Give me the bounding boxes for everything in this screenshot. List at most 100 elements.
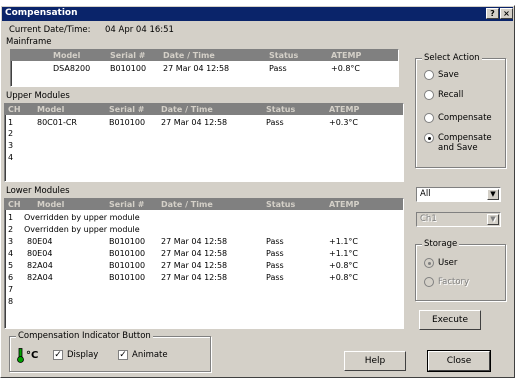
indicator-group-label: Compensation Indicator Button: [16, 331, 153, 341]
cell-ch: 7: [8, 285, 14, 294]
cell-serial: B010100: [109, 237, 146, 246]
cell-model: 80E04: [27, 237, 53, 246]
combo-value: Ch1: [420, 214, 437, 224]
col-atemp: ATEMP: [329, 105, 360, 114]
display-checkbox[interactable]: ✓: [53, 350, 63, 360]
target-combo[interactable]: All ▼: [416, 187, 501, 202]
datetime-label: Current Date/Time:: [9, 25, 91, 35]
lower-modules-label: Lower Modules: [6, 186, 70, 196]
cell-datetime: 27 Mar 04 12:58: [161, 249, 228, 258]
radio-button[interactable]: [424, 258, 434, 268]
cell-datetime: 27 Mar 04 12:58: [161, 273, 228, 282]
cell-ch: 5: [8, 261, 14, 270]
table-row[interactable]: 3: [5, 141, 403, 151]
table-row[interactable]: 4: [5, 153, 403, 163]
select-action-label: Select Action: [422, 53, 482, 63]
radio-label: User: [438, 258, 458, 268]
cell-datetime: 27 Mar 04 12:58: [161, 261, 228, 270]
col-datetime: Date / Time: [161, 105, 213, 114]
cell-ch: 4: [8, 249, 14, 258]
radio-button[interactable]: [424, 113, 434, 123]
cell-ch: 6: [8, 273, 14, 282]
help-title-button[interactable]: ?: [486, 8, 499, 19]
indicator-groupbox: Compensation Indicator Button °C ✓ Displ…: [9, 331, 211, 372]
cell-model: 80E04: [27, 249, 53, 258]
table-row[interactable]: 8: [5, 297, 403, 307]
upper-modules-label: Upper Modules: [6, 91, 70, 101]
lower-header: CH Model Serial # Date / Time Status ATE…: [5, 199, 403, 210]
cell-ch: 2: [8, 225, 14, 234]
table-row[interactable]: DSA8200 B010100 27 Mar 04 12:58 Pass +0.…: [11, 64, 398, 74]
cell-model: Overridden by upper module: [24, 225, 140, 234]
table-row[interactable]: 7: [5, 285, 403, 295]
cell-ch: 1: [8, 118, 14, 127]
cell-status: Pass: [266, 261, 284, 270]
thermometer-icon: [16, 348, 25, 366]
animate-checkbox[interactable]: ✓: [118, 350, 128, 360]
col-ch: CH: [8, 200, 21, 209]
cell-serial: B010100: [109, 118, 146, 127]
table-row[interactable]: 1 80C01-CR B010100 27 Mar 04 12:58 Pass …: [5, 118, 403, 128]
help-button[interactable]: Help: [344, 351, 406, 371]
col-model: Model: [53, 51, 81, 60]
compensation-dialog: Compensation ? × Current Date/Time: 04 A…: [0, 5, 515, 378]
cell-serial: B010100: [110, 64, 147, 73]
upper-modules-table: CH Model Serial # Date / Time Status ATE…: [4, 103, 404, 182]
upper-header: CH Model Serial # Date / Time Status ATE…: [5, 104, 403, 115]
cell-model: 82A04: [27, 273, 53, 282]
close-button[interactable]: Close: [427, 350, 491, 372]
cell-status: Pass: [266, 273, 284, 282]
cell-serial: B010100: [109, 273, 146, 282]
table-row[interactable]: 3 80E04 B010100 27 Mar 04 12:58 Pass +1.…: [5, 237, 403, 247]
cell-status: Pass: [269, 64, 287, 73]
radio-label-line2: and Save: [438, 143, 478, 153]
table-row[interactable]: 5 82A04 B010100 27 Mar 04 12:58 Pass +0.…: [5, 261, 403, 271]
animate-label: Animate: [132, 350, 168, 360]
cell-status: Pass: [266, 118, 284, 127]
cell-ch: 8: [8, 297, 14, 306]
col-datetime: Date / Time: [161, 200, 213, 209]
display-label: Display: [67, 350, 99, 360]
table-row[interactable]: 6 82A04 B010100 27 Mar 04 12:58 Pass +0.…: [5, 273, 403, 283]
cell-datetime: 27 Mar 04 12:58: [163, 64, 230, 73]
radio-label: Compensate: [438, 113, 492, 123]
table-row[interactable]: 4 80E04 B010100 27 Mar 04 12:58 Pass +1.…: [5, 249, 403, 259]
channel-combo[interactable]: Ch1 ▼: [416, 212, 501, 227]
col-status: Status: [266, 105, 296, 114]
table-row[interactable]: 2 Overridden by upper module: [5, 225, 403, 235]
execute-button[interactable]: Execute: [419, 310, 481, 330]
window-title: Compensation: [5, 8, 78, 18]
table-row[interactable]: 1 Overridden by upper module: [5, 213, 403, 223]
radio-button[interactable]: [424, 133, 434, 143]
col-datetime: Date / Time: [163, 51, 215, 60]
radio-button[interactable]: [424, 90, 434, 100]
mainframe-label: Mainframe: [6, 37, 52, 47]
cell-model: DSA8200: [53, 64, 91, 73]
cell-model: 82A04: [27, 261, 53, 270]
chevron-down-icon[interactable]: ▼: [487, 189, 499, 200]
cell-status: Pass: [266, 237, 284, 246]
datetime-value: 04 Apr 04 16:51: [105, 25, 174, 35]
cell-datetime: 27 Mar 04 12:58: [161, 237, 228, 246]
cell-atemp: +1.1°C: [329, 237, 359, 246]
chevron-down-icon[interactable]: ▼: [487, 214, 499, 225]
combo-value: All: [420, 189, 431, 199]
cell-ch: 2: [8, 129, 14, 138]
radio-button[interactable]: [424, 277, 434, 287]
table-row[interactable]: 2: [5, 129, 403, 139]
cell-atemp: +1.1°C: [329, 249, 359, 258]
close-title-button[interactable]: ×: [500, 8, 513, 19]
radio-label: Factory: [438, 277, 470, 287]
col-status: Status: [266, 200, 296, 209]
col-model: Model: [37, 200, 65, 209]
col-model: Model: [37, 105, 65, 114]
cell-status: Pass: [266, 249, 284, 258]
cell-ch: 3: [8, 141, 14, 150]
radio-button[interactable]: [424, 70, 434, 80]
title-bar: Compensation ? ×: [2, 7, 513, 21]
lower-modules-table: CH Model Serial # Date / Time Status ATE…: [4, 198, 404, 329]
cell-model: 80C01-CR: [37, 118, 77, 127]
cell-atemp: +0.8°C: [329, 261, 359, 270]
mainframe-table: Model Serial # Date / Time Status ATEMP …: [10, 49, 399, 87]
col-ch: CH: [8, 105, 21, 114]
